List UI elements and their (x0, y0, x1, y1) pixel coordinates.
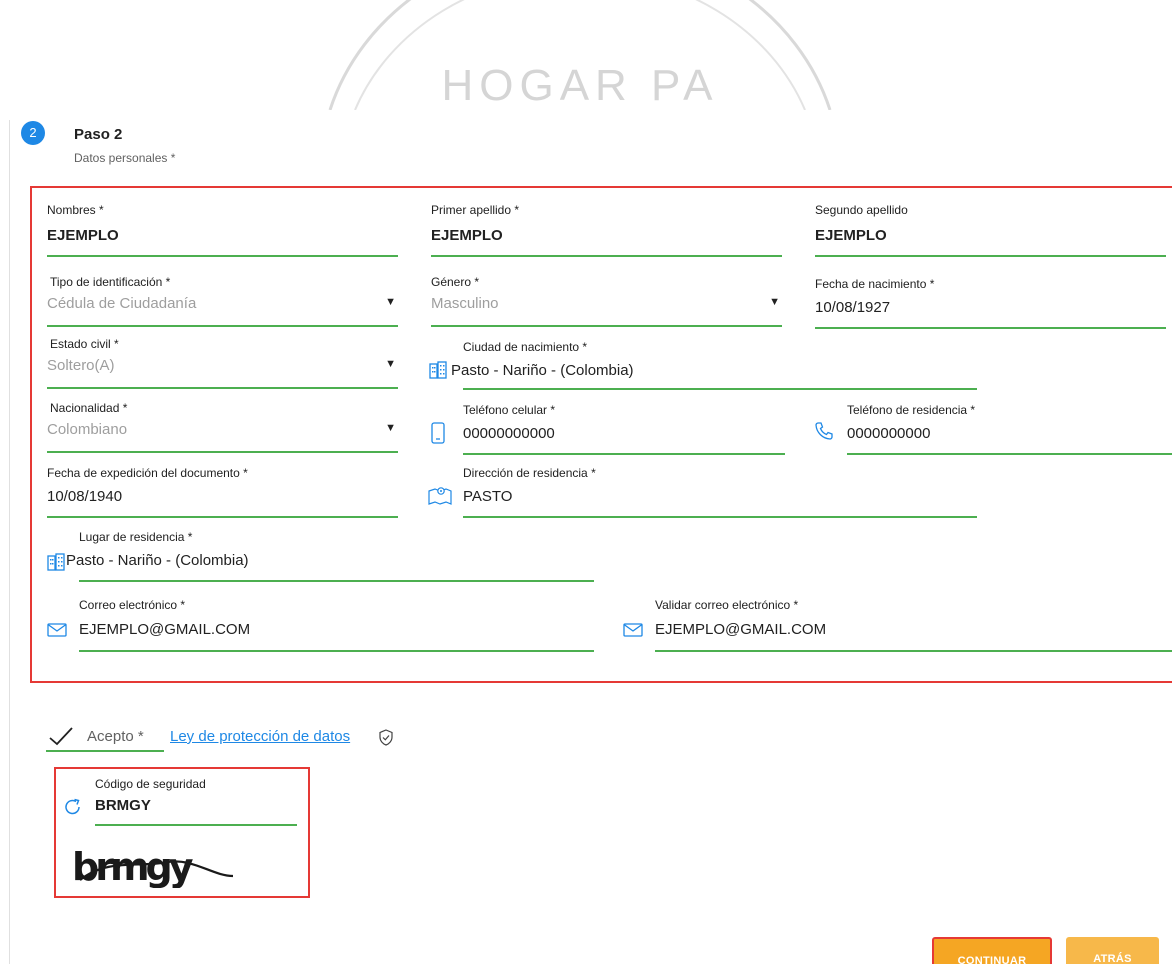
chevron-down-icon: ▼ (769, 296, 780, 308)
validar-correo-label: Validar correo electrónico * (655, 598, 799, 612)
nacionalidad-select[interactable]: Nacionalidad * Colombiano ▼ (47, 401, 398, 453)
ciudad-nacimiento-field[interactable]: Ciudad de nacimiento * Pasto - Nariño - … (428, 340, 977, 390)
watermark-logo: HOGAR PA (300, 0, 860, 110)
telefono-celular-input[interactable]: 00000000000 (463, 425, 555, 442)
fecha-nacimiento-label: Fecha de nacimiento * (815, 277, 935, 291)
correo-underline (79, 650, 594, 652)
captcha-underline (95, 824, 297, 826)
telefono-celular-label: Teléfono celular * (463, 403, 556, 417)
direccion-label: Dirección de residencia * (463, 466, 596, 480)
direccion-underline (463, 516, 977, 518)
telefono-residencia-underline (847, 453, 1172, 455)
validar-correo-underline (655, 650, 1172, 652)
tipo-identificacion-label: Tipo de identificación * (50, 275, 171, 289)
accept-label: Acepto * (87, 728, 144, 745)
estado-civil-label: Estado civil * (50, 337, 119, 351)
estado-civil-underline (47, 387, 398, 389)
estado-civil-select[interactable]: Estado civil * Soltero(A) ▼ (47, 337, 398, 389)
fecha-expedicion-input[interactable]: 10/08/1940 (47, 488, 122, 505)
continue-button[interactable]: CONTINUAR (932, 937, 1052, 964)
validar-correo-field[interactable]: Validar correo electrónico * EJEMPLO@GMA… (623, 598, 1172, 652)
captcha-input[interactable]: BRMGY (95, 797, 151, 814)
city-icon (47, 553, 65, 571)
fecha-nacimiento-field[interactable]: Fecha de nacimiento * 10/08/1927 (815, 277, 1166, 329)
primer-apellido-field[interactable]: Primer apellido * EJEMPLO (431, 203, 782, 257)
genero-value: Masculino (431, 295, 499, 312)
tipo-identificacion-value: Cédula de Ciudadanía (47, 295, 197, 312)
segundo-apellido-field[interactable]: Segundo apellido EJEMPLO (815, 203, 1166, 257)
nombres-input[interactable]: EJEMPLO (47, 227, 119, 244)
telefono-celular-field[interactable]: Teléfono celular * 00000000000 (428, 403, 785, 455)
nacionalidad-value: Colombiano (47, 421, 128, 438)
lugar-residencia-label: Lugar de residencia * (79, 530, 193, 544)
estado-civil-value: Soltero(A) (47, 357, 115, 374)
captcha-label: Código de seguridad (95, 777, 206, 791)
tipo-identificacion-select[interactable]: Tipo de identificación * Cédula de Ciuda… (47, 275, 398, 327)
segundo-apellido-underline (815, 255, 1166, 257)
ciudad-nacimiento-input[interactable]: Pasto - Nariño - (Colombia) (451, 362, 634, 379)
direccion-input[interactable]: PASTO (463, 488, 512, 505)
mail-icon (623, 623, 643, 637)
primer-apellido-underline (431, 255, 782, 257)
nombres-field[interactable]: Nombres * EJEMPLO (47, 203, 398, 257)
genero-select[interactable]: Género * Masculino ▼ (431, 275, 782, 327)
chevron-down-icon: ▼ (385, 296, 396, 308)
lugar-residencia-input[interactable]: Pasto - Nariño - (Colombia) (66, 552, 249, 569)
tipo-identificacion-underline (47, 325, 398, 327)
watermark-text: HOGAR PA (441, 61, 718, 110)
genero-label: Género * (431, 275, 480, 289)
mobile-phone-icon (431, 422, 445, 444)
fecha-expedicion-underline (47, 516, 398, 518)
primer-apellido-input[interactable]: EJEMPLO (431, 227, 503, 244)
refresh-icon[interactable] (63, 797, 83, 817)
nacionalidad-underline (47, 451, 398, 453)
chevron-down-icon: ▼ (385, 358, 396, 370)
chevron-down-icon: ▼ (385, 422, 396, 434)
stepper-line (9, 120, 10, 964)
map-location-icon (428, 487, 452, 505)
lugar-residencia-field[interactable]: Lugar de residencia * Pasto - Nariño - (… (46, 530, 594, 582)
mail-icon (47, 623, 67, 637)
segundo-apellido-label: Segundo apellido (815, 203, 908, 217)
telefono-residencia-label: Teléfono de residencia * (847, 403, 976, 417)
captcha-image-text: brmgy (72, 845, 194, 888)
telefono-residencia-field[interactable]: Teléfono de residencia * 0000000000 (812, 403, 1172, 455)
primer-apellido-label: Primer apellido * (431, 203, 520, 217)
correo-label: Correo electrónico * (79, 598, 186, 612)
city-icon (429, 361, 447, 379)
nombres-underline (47, 255, 398, 257)
accept-checkbox[interactable] (48, 726, 74, 746)
correo-input[interactable]: EJEMPLO@GMAIL.COM (79, 621, 250, 638)
step-subtitle: Datos personales * (74, 151, 176, 165)
correo-field[interactable]: Correo electrónico * EJEMPLO@GMAIL.COM (46, 598, 594, 652)
nombres-label: Nombres * (47, 203, 104, 217)
nacionalidad-label: Nacionalidad * (50, 401, 128, 415)
fecha-expedicion-label: Fecha de expedición del documento * (47, 466, 248, 480)
segundo-apellido-input[interactable]: EJEMPLO (815, 227, 887, 244)
telefono-celular-underline (463, 453, 785, 455)
ciudad-nacimiento-label: Ciudad de nacimiento * (463, 340, 588, 354)
ciudad-nacimiento-underline (463, 388, 977, 390)
fecha-nacimiento-underline (815, 327, 1166, 329)
telefono-residencia-input[interactable]: 0000000000 (847, 425, 930, 442)
captcha-image: brmgy (72, 845, 234, 888)
back-button[interactable]: ATRÁS (1066, 937, 1159, 964)
validar-correo-input[interactable]: EJEMPLO@GMAIL.COM (655, 621, 826, 638)
shield-check-icon (379, 729, 393, 746)
fecha-expedicion-field[interactable]: Fecha de expedición del documento * 10/0… (47, 466, 398, 518)
direccion-field[interactable]: Dirección de residencia * PASTO (428, 466, 977, 518)
fecha-nacimiento-input[interactable]: 10/08/1927 (815, 299, 890, 316)
step-number-badge: 2 (21, 121, 45, 145)
step-title: Paso 2 (74, 126, 123, 143)
lugar-residencia-underline (79, 580, 594, 582)
accept-underline (46, 750, 164, 752)
data-protection-link[interactable]: Ley de protección de datos (170, 728, 350, 745)
phone-icon (815, 422, 833, 440)
genero-underline (431, 325, 782, 327)
